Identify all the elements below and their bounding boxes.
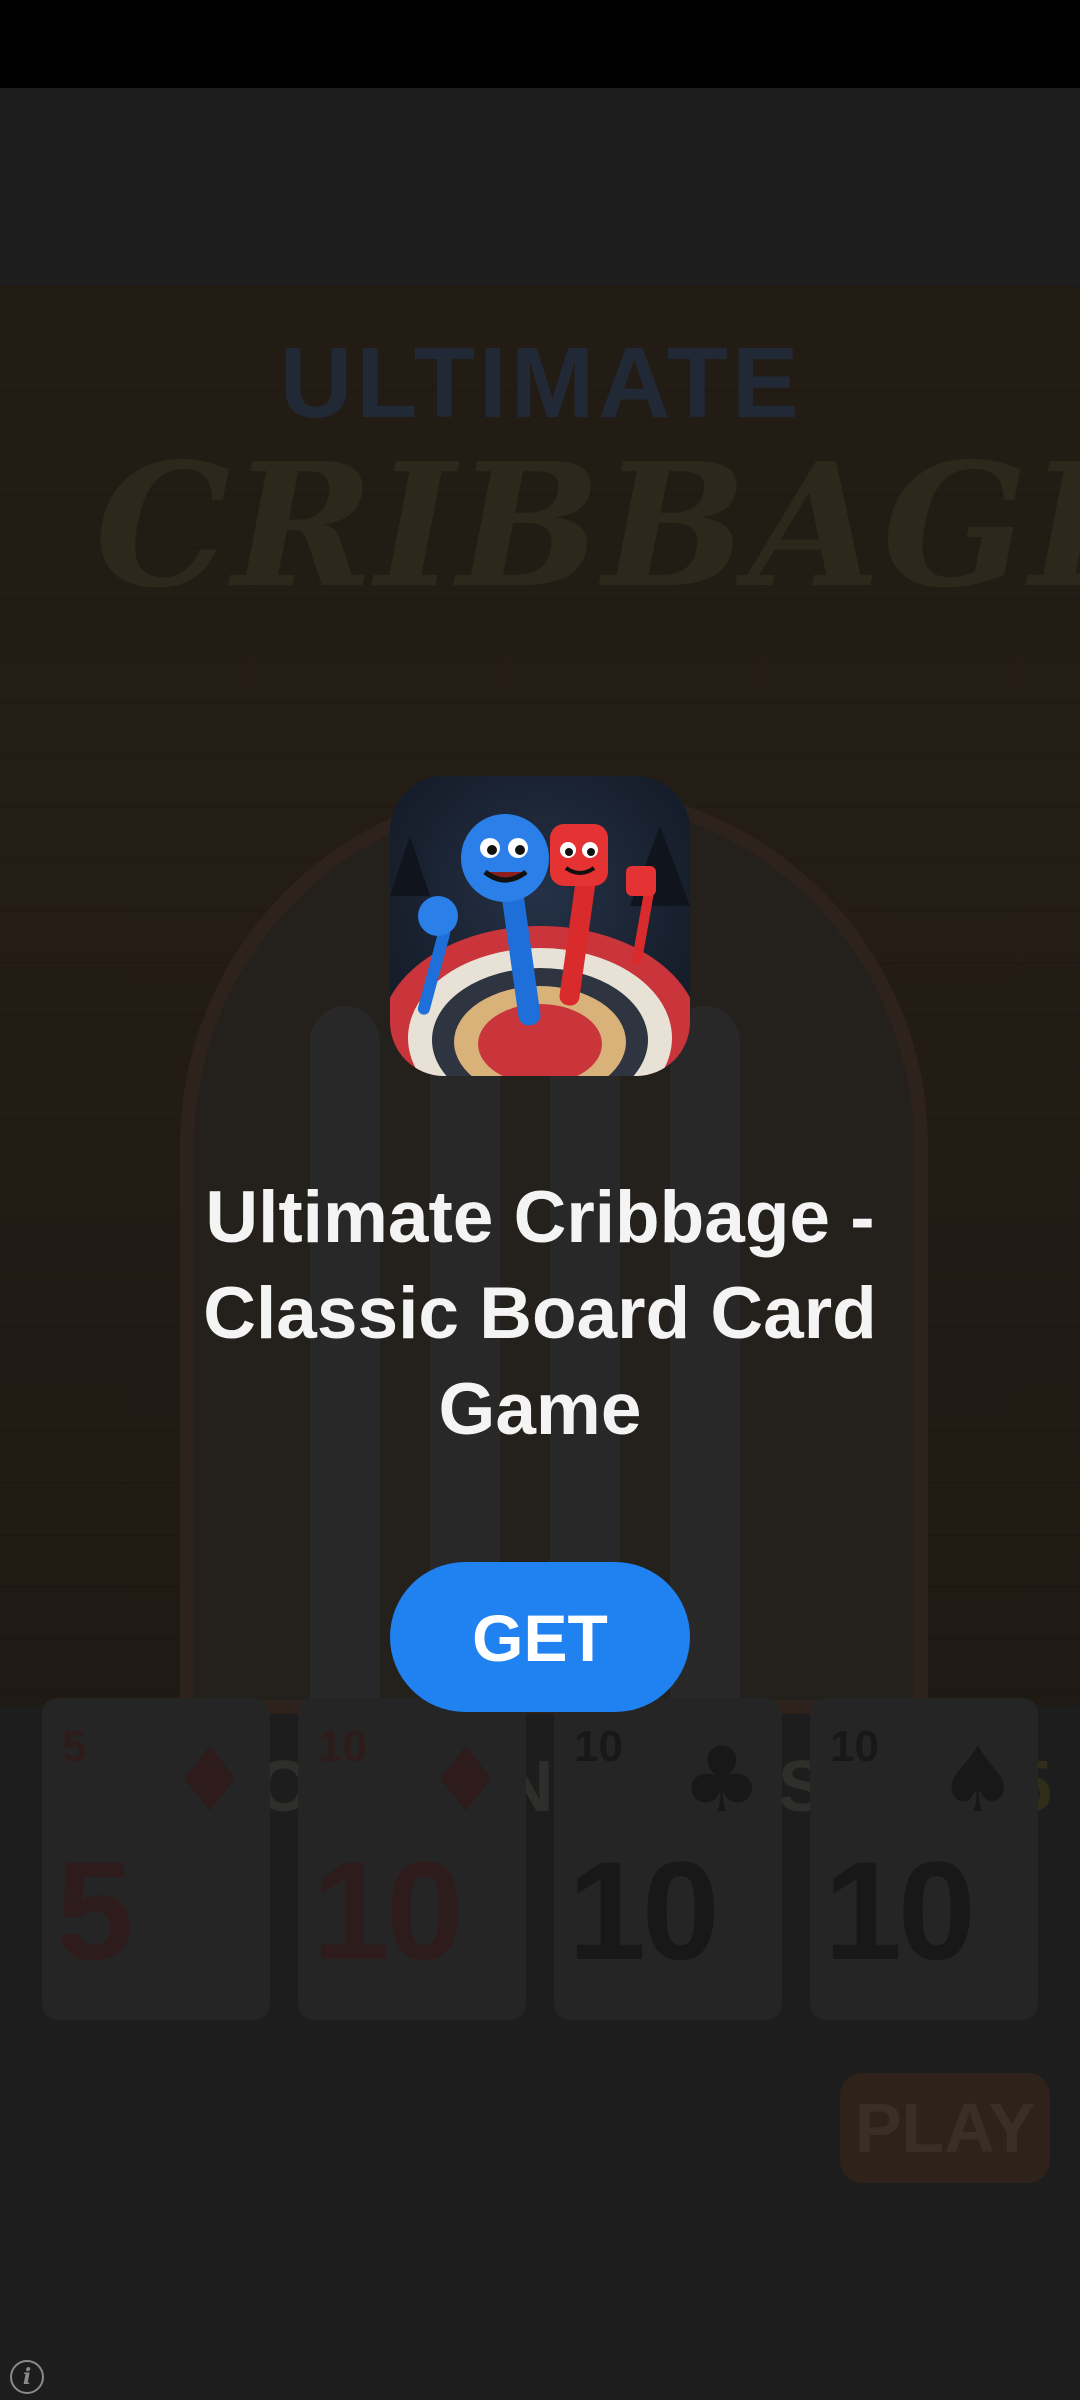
app-icon-cribbage-pegs[interactable] bbox=[390, 776, 690, 1076]
ad-screen: ULTIMATE CRIBBAGE TAP COMBINATIONS OF 15… bbox=[0, 88, 1080, 2400]
status-bar bbox=[0, 0, 1080, 88]
get-button[interactable]: GET bbox=[390, 1562, 690, 1712]
app-title: Ultimate Cribbage - Classic Board Card G… bbox=[203, 1177, 877, 1450]
info-icon[interactable]: i bbox=[10, 2360, 44, 2394]
